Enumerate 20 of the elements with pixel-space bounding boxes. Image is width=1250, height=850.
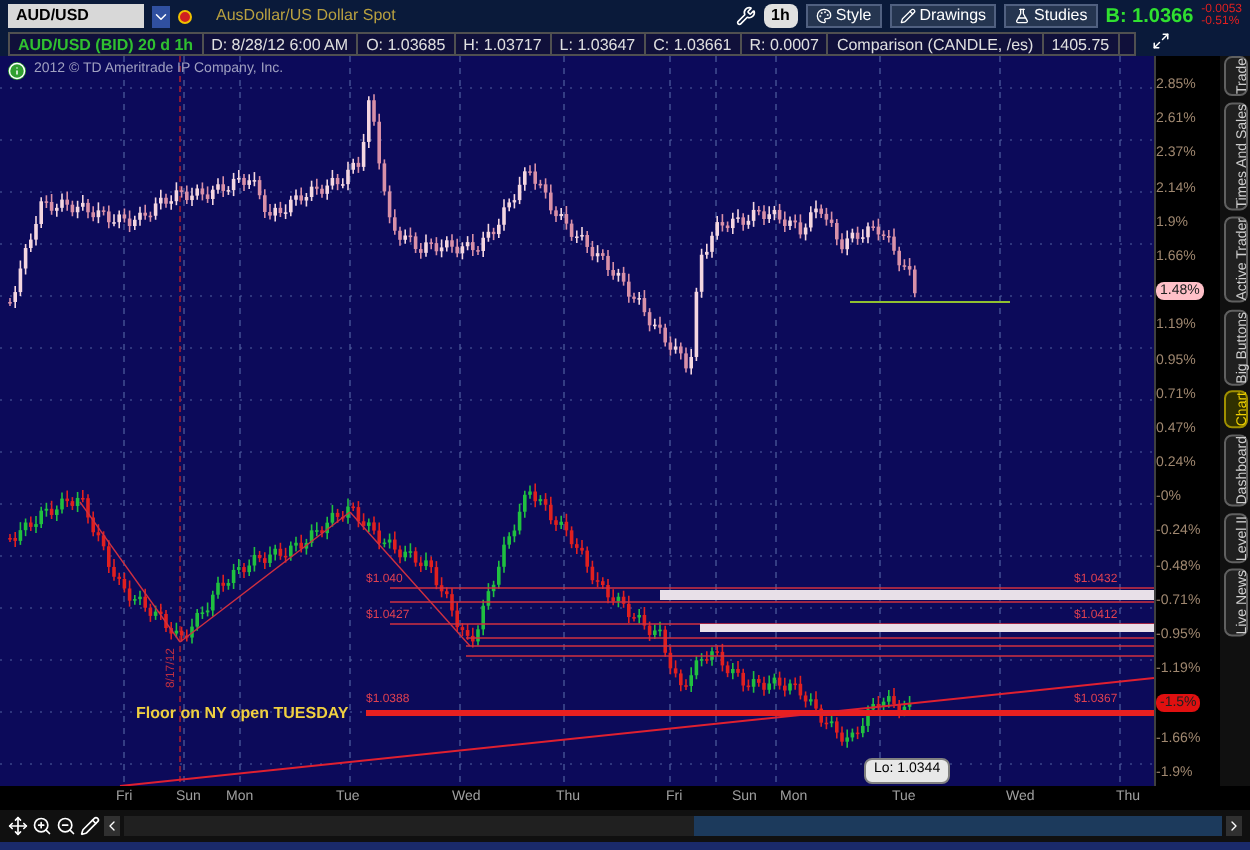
quote-cell: H: 1.03717 bbox=[455, 34, 552, 54]
chart-title: AUD/USD (BID) 20 d 1h bbox=[10, 34, 204, 54]
bid-price: B: 1.0366 bbox=[1105, 3, 1194, 31]
button-label: Studies bbox=[1034, 4, 1088, 28]
button-label: Drawings bbox=[919, 4, 987, 28]
quote-cell: C: 1.03661 bbox=[645, 34, 742, 54]
chart-note: Floor on NY open TUESDAY bbox=[136, 702, 349, 726]
quote-cell: 1405.75 bbox=[1043, 34, 1120, 54]
quote-cell: R: 0.0007 bbox=[741, 34, 829, 54]
quote-cell: O: 1.03685 bbox=[358, 34, 456, 54]
quote-cell: Comparison (CANDLE, /es) bbox=[828, 34, 1044, 54]
symbol-description: AusDollar/US Dollar Spot bbox=[216, 4, 396, 28]
toolbar-button[interactable]: Style bbox=[805, 4, 882, 28]
toolbar-button[interactable]: Studies bbox=[1004, 4, 1098, 28]
symbol-field[interactable]: AUD/USD bbox=[8, 4, 144, 28]
toolbar-button[interactable]: Drawings bbox=[889, 4, 997, 28]
button-label: Style bbox=[835, 4, 872, 28]
quote-cell: L: 1.03647 bbox=[551, 34, 646, 54]
interval-button[interactable]: 1h bbox=[763, 4, 798, 28]
quote-cell: D: 8/28/12 6:00 AM bbox=[203, 34, 359, 54]
